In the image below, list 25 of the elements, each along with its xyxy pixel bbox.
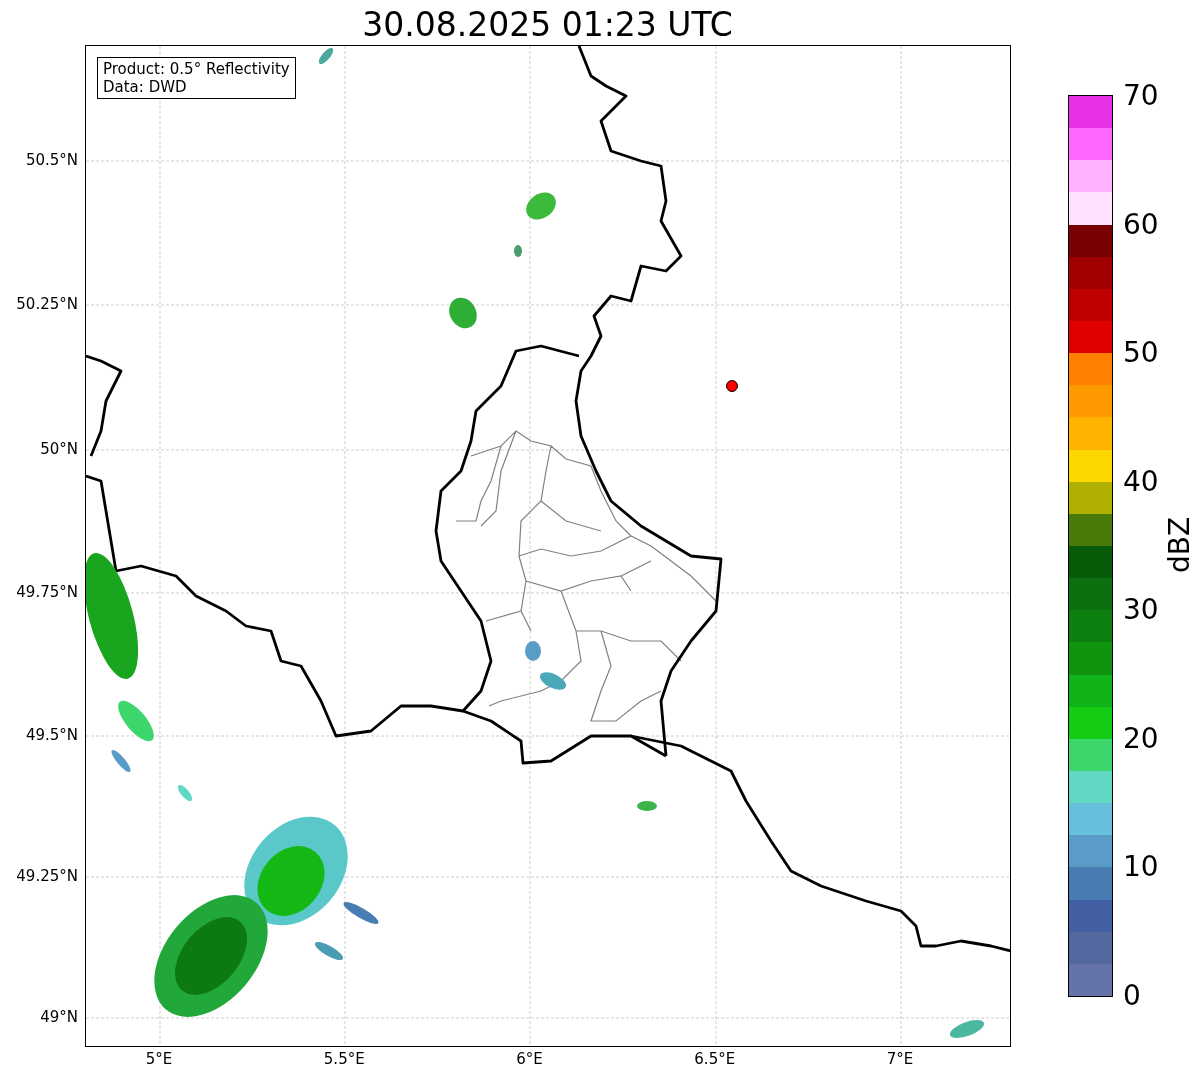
longitude-label: 5°E xyxy=(144,1050,174,1068)
colorbar-tick-label: 60 xyxy=(1123,208,1160,241)
latitude-label: 50°N xyxy=(39,440,78,458)
colorbar-tick-label: 70 xyxy=(1123,80,1160,112)
latitude-label: 50.25°N xyxy=(15,295,78,313)
location-marker-icon xyxy=(726,380,738,392)
colorbar-tick-label: 30 xyxy=(1123,594,1160,627)
longitude-label: 6°E xyxy=(515,1050,544,1068)
legend-text: Product: 0.5° Reflectivity xyxy=(103,60,290,78)
colorbar-tick-label: 50 xyxy=(1123,337,1160,370)
longitude-label: 5.5°E xyxy=(322,1050,366,1068)
colorbar-tick-label: 20 xyxy=(1123,722,1160,755)
latitude-label: 49.5°N xyxy=(24,726,78,744)
latitude-label: 49.75°N xyxy=(15,583,78,601)
chart-title: 30.08.2025 01:23 UTC xyxy=(361,4,734,46)
latitude-label: 49.25°N xyxy=(15,867,78,885)
colorbar-tick-label: 10 xyxy=(1123,851,1160,884)
colorbar-tick-label: 0 xyxy=(1123,980,1142,1012)
latitude-label: 50.5°N xyxy=(24,151,78,169)
longitude-label: 7°E xyxy=(885,1050,915,1068)
latitude-label: 49°N xyxy=(39,1008,78,1026)
longitude-label: 6.5°E xyxy=(693,1050,737,1068)
colorbar-label: dBZ xyxy=(1163,515,1197,575)
colorbar-tick-label: 40 xyxy=(1123,465,1160,498)
legend-text: Data: DWD xyxy=(103,78,188,96)
